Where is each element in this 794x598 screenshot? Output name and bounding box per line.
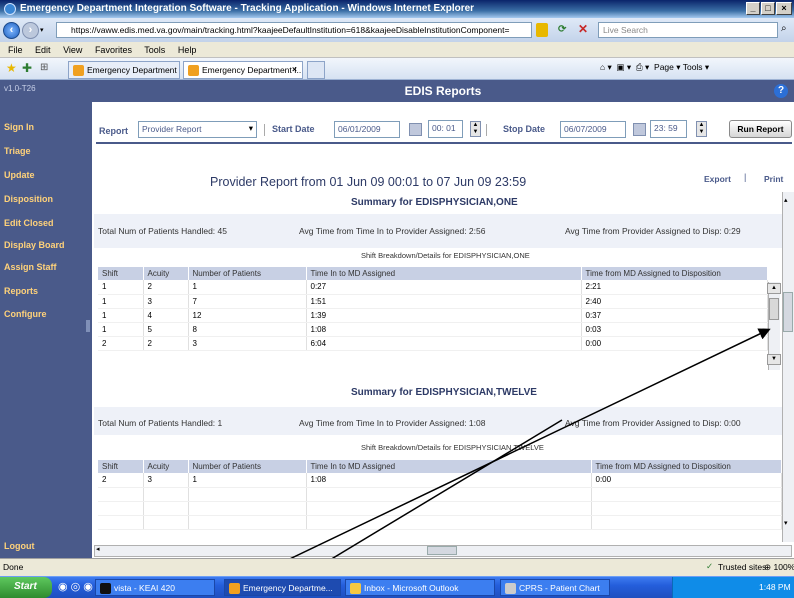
check-icon: ✓	[706, 561, 714, 571]
zoom-level[interactable]: ⊕ 100%	[764, 562, 794, 573]
task-emergency[interactable]: Emergency Departme...	[224, 579, 341, 596]
status-bar	[0, 558, 794, 576]
task-outlook[interactable]: Inbox - Microsoft Outlook	[345, 579, 495, 596]
terminal-icon	[100, 583, 111, 594]
annotation-arrows	[249, 328, 771, 579]
outlook-icon	[350, 583, 361, 594]
annotation-line	[299, 419, 563, 579]
ie-icon	[229, 583, 240, 594]
clock: 1:48 PM	[759, 582, 791, 592]
task-cprs[interactable]: CPRS - Patient Chart	[500, 579, 610, 596]
annotation-arrow	[249, 328, 771, 579]
quick-launch[interactable]: ◉ ◎ ◉	[58, 580, 93, 593]
system-tray: 1:48 PM	[672, 577, 794, 598]
start-button[interactable]: Start	[0, 577, 52, 598]
task-vista[interactable]: vista - KEAI 420	[95, 579, 215, 596]
cprs-icon	[505, 583, 516, 594]
security-zone: Trusted sites	[718, 562, 767, 572]
zoom-icon: ⊕	[764, 562, 772, 572]
status-text: Done	[3, 562, 24, 572]
